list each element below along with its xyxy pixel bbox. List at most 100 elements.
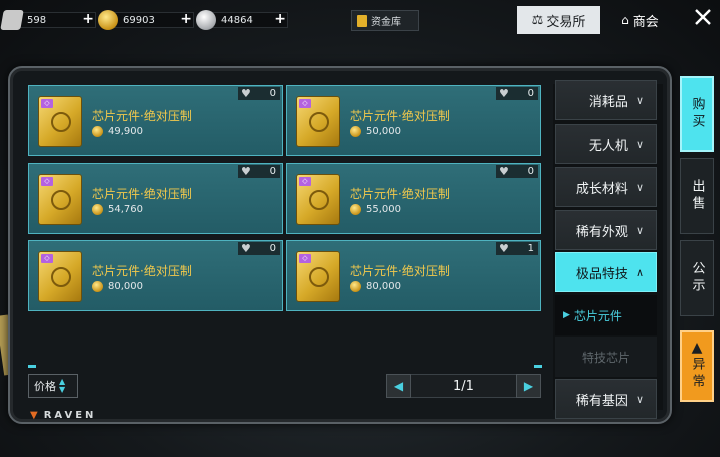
gold-coin-icon	[350, 204, 361, 215]
heart-icon: ♥	[241, 242, 251, 255]
rarity-tag: ◇	[41, 254, 53, 263]
close-icon	[695, 9, 711, 25]
listing-card[interactable]: ◇ 芯片元件·绝对压制 55,000 ♥ 0	[286, 163, 541, 234]
scroll-indicator-right	[534, 365, 542, 368]
chip-item-icon: ◇	[297, 175, 339, 224]
listing-name: 芯片元件·绝对压制	[350, 264, 450, 278]
category-premium-skills[interactable]: 极品特技 ∧	[555, 252, 657, 292]
heart-icon: ♥	[499, 242, 509, 255]
listing-name: 芯片元件·绝对压制	[92, 109, 192, 123]
chip-item-icon: ◇	[297, 252, 339, 301]
price-value: 50,000	[366, 126, 401, 137]
heart-icon: ♥	[499, 165, 509, 178]
exchange-tab[interactable]: ⚖ 交易所	[517, 6, 600, 34]
add-gold-button[interactable]: +	[180, 11, 192, 27]
category-consumables[interactable]: 消耗品 ∨	[555, 80, 657, 120]
home-icon: ⌂	[621, 13, 629, 27]
listing-price: 55,000	[350, 204, 401, 215]
price-value: 80,000	[366, 281, 401, 292]
tab-buy[interactable]: 购买	[680, 76, 714, 152]
selected-arrow-icon: ▶	[563, 310, 570, 320]
favorite-count: 0	[269, 88, 276, 99]
listing-card[interactable]: ◇ 芯片元件·绝对压制 49,900 ♥ 0	[28, 85, 283, 156]
listing-name: 芯片元件·绝对压制	[350, 109, 450, 123]
gold-coin-icon	[92, 281, 103, 292]
chevron-down-icon: ∨	[635, 180, 644, 194]
chevron-down-icon: ∨	[635, 223, 644, 237]
silver-currency: 44864 +	[196, 10, 288, 30]
card-currency-value: 598	[27, 14, 47, 26]
chevron-down-icon: ∨	[635, 137, 644, 151]
gold-coin-icon	[92, 204, 103, 215]
raven-logo-icon: ▼	[30, 410, 41, 421]
listing-name: 芯片元件·绝对压制	[92, 264, 192, 278]
rarity-tag: ◇	[299, 177, 311, 186]
listing-grid: ◇ 芯片元件·绝对压制 49,900 ♥ 0 ◇ 芯片元件·绝对压制 50,000…	[28, 85, 554, 370]
card-currency: 598 +	[0, 10, 96, 30]
guild-label: 商会	[632, 14, 659, 30]
subcategory-chip-components[interactable]: ▶ 芯片元件	[555, 295, 657, 335]
favorite-button[interactable]: ♥ 0	[238, 242, 280, 255]
chevron-left-icon: ◀	[393, 379, 404, 393]
rarity-tag: ◇	[41, 177, 53, 186]
sort-by-price-button[interactable]: 价格 ▲ ▼	[28, 374, 78, 398]
chip-item-icon: ◇	[39, 175, 81, 224]
category-growth-materials[interactable]: 成长材料 ∨	[555, 167, 657, 207]
favorite-button[interactable]: ♥ 0	[496, 165, 538, 178]
brand-logo: ▼ RAVEN	[30, 410, 97, 421]
chip-item-icon: ◇	[39, 97, 81, 146]
favorite-button[interactable]: ♥ 0	[238, 87, 280, 100]
chevron-down-icon: ∨	[635, 392, 644, 406]
vault-button[interactable]: 资金库	[351, 10, 419, 31]
card-ticket-icon	[0, 10, 24, 30]
listing-price: 80,000	[350, 281, 401, 292]
price-value: 54,760	[108, 204, 143, 215]
next-page-button[interactable]: ▶	[516, 374, 541, 398]
favorite-button[interactable]: ♥ 1	[496, 242, 538, 255]
price-value: 55,000	[366, 204, 401, 215]
category-list: 消耗品 ∨ 无人机 ∨ 成长材料 ∨ 稀有外观 ∨ 极品特技 ∧ ▶ 芯片元件 特技芯片 稀…	[553, 80, 663, 419]
subcategory-skill-chips[interactable]: 特技芯片	[555, 337, 657, 377]
gold-coin-icon	[98, 10, 118, 30]
listing-card[interactable]: ◇ 芯片元件·绝对压制 80,000 ♥ 0	[28, 240, 283, 311]
sort-arrows-icon: ▲ ▼	[59, 377, 66, 394]
favorite-count: 0	[269, 243, 276, 254]
close-button[interactable]	[690, 7, 716, 33]
tab-sell[interactable]: 出售	[680, 158, 714, 234]
vault-label: 资金库	[371, 17, 401, 28]
listing-card[interactable]: ◇ 芯片元件·绝对压制 50,000 ♥ 0	[286, 85, 541, 156]
heart-icon: ♥	[241, 165, 251, 178]
heart-icon: ♥	[499, 87, 509, 100]
chip-item-icon: ◇	[297, 97, 339, 146]
rarity-tag: ◇	[41, 99, 53, 108]
add-silver-button[interactable]: +	[274, 11, 286, 27]
category-rare-genes[interactable]: 稀有基因 ∨	[555, 379, 657, 419]
gold-currency: 69903 +	[98, 10, 194, 30]
category-rare-cosmetics[interactable]: 稀有外观 ∨	[555, 210, 657, 250]
rarity-tag: ◇	[299, 99, 311, 108]
sort-label: 价格	[34, 380, 56, 393]
listing-card[interactable]: ◇ 芯片元件·绝对压制 80,000 ♥ 1	[286, 240, 541, 311]
add-card-currency-button[interactable]: +	[82, 11, 94, 27]
listing-price: 80,000	[92, 281, 143, 292]
chevron-up-icon: ∧	[635, 265, 644, 279]
favorite-button[interactable]: ♥ 0	[496, 87, 538, 100]
gold-currency-value: 69903	[123, 14, 155, 26]
listing-name: 芯片元件·绝对压制	[350, 187, 450, 201]
tab-notice[interactable]: 公示	[680, 240, 714, 316]
tab-abnormal[interactable]: ▲ 异常	[680, 330, 714, 402]
favorite-button[interactable]: ♥ 0	[238, 165, 280, 178]
price-value: 80,000	[108, 281, 143, 292]
market-panel: ◇ 芯片元件·绝对压制 49,900 ♥ 0 ◇ 芯片元件·绝对压制 50,000…	[8, 66, 672, 424]
gold-coin-icon	[92, 126, 103, 137]
category-drones[interactable]: 无人机 ∨	[555, 124, 657, 164]
guild-tab[interactable]: ⌂ 商会	[606, 6, 674, 34]
exchange-label: 交易所	[546, 14, 586, 30]
chevron-down-icon: ∨	[635, 93, 644, 107]
listing-card[interactable]: ◇ 芯片元件·绝对压制 54,760 ♥ 0	[28, 163, 283, 234]
listing-price: 50,000	[350, 126, 401, 137]
favorite-count: 0	[527, 88, 534, 99]
page-indicator: 1/1	[411, 374, 516, 398]
prev-page-button[interactable]: ◀	[386, 374, 411, 398]
price-value: 49,900	[108, 126, 143, 137]
